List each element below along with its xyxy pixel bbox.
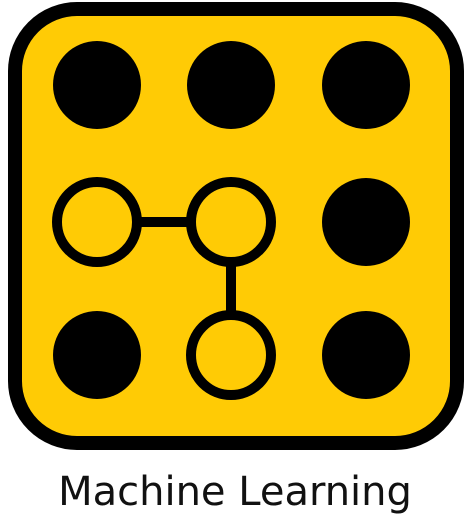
node-outline-r3-c2 [186, 310, 276, 400]
node-filled-r1-c3 [322, 41, 410, 129]
machine-learning-icon [0, 0, 470, 455]
node-filled-r1-c2 [187, 41, 275, 129]
caption-title: Machine Learning [58, 469, 412, 515]
node-filled-r1-c1 [53, 41, 141, 129]
node-outline-r2-c1 [52, 177, 142, 267]
node-outline-r2-c2 [186, 177, 276, 267]
node-filled-r3-c1 [53, 311, 141, 399]
neural-network-grid-icon [8, 2, 464, 450]
node-filled-r3-c3 [322, 311, 410, 399]
node-filled-r2-c3 [322, 178, 410, 266]
